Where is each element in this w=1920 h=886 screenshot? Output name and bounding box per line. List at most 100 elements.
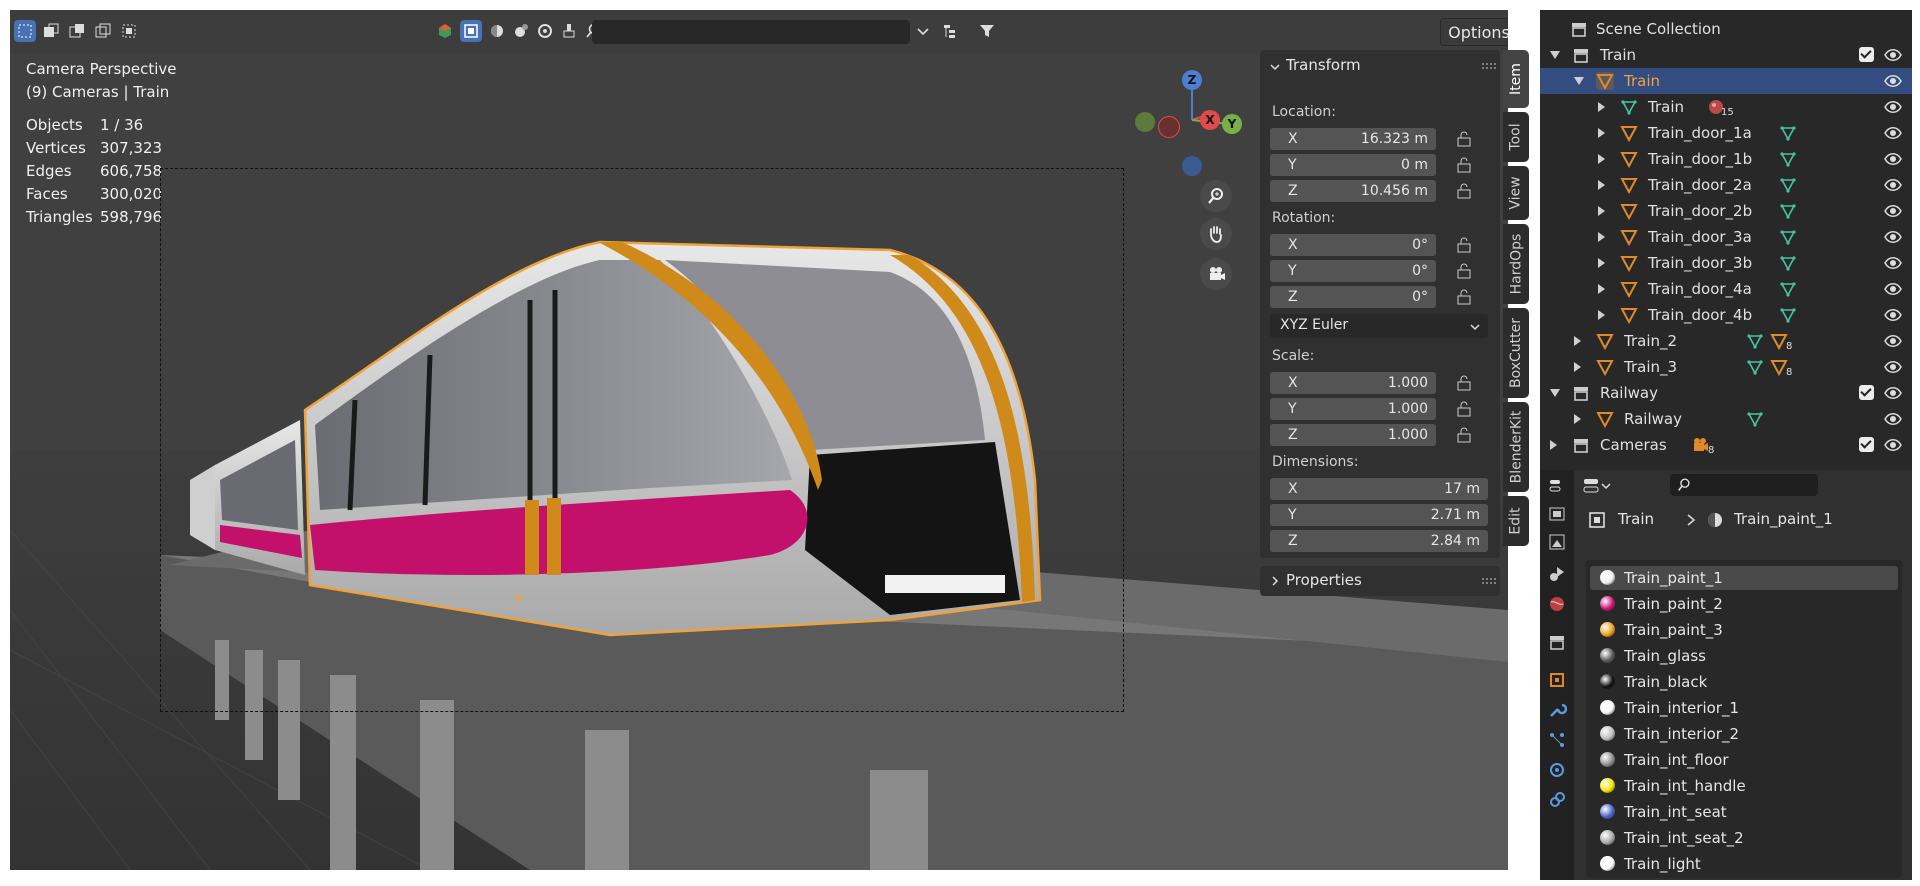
material-slot[interactable]: Train_paint_1 (1590, 566, 1898, 590)
tab-boxcutter[interactable]: BoxCutter (1503, 308, 1529, 398)
camera-view-button[interactable] (1200, 258, 1232, 290)
expand-right-icon[interactable] (1598, 284, 1605, 294)
constraints-icon[interactable] (1547, 790, 1567, 810)
lock-icon[interactable] (1456, 236, 1476, 254)
gizmo-y-axis[interactable]: Y (1222, 114, 1242, 134)
eye-icon[interactable] (1884, 73, 1902, 89)
expand-right-icon[interactable] (1598, 180, 1605, 190)
material-slot[interactable]: Train_light (1590, 852, 1898, 876)
wireframe-shading-icon[interactable] (460, 20, 482, 42)
expand-right-icon[interactable] (1598, 258, 1605, 268)
select-subtract-icon[interactable] (66, 20, 88, 42)
options-dropdown[interactable]: Options (1440, 18, 1508, 46)
chevron-down-icon[interactable] (912, 20, 934, 42)
eye-icon[interactable] (1884, 47, 1902, 63)
location-x-field[interactable]: X 16.323 m (1270, 128, 1436, 150)
select-extend-icon[interactable] (40, 20, 62, 42)
material-slot[interactable]: Train_paint_2 (1590, 592, 1898, 616)
collection-icon[interactable] (1547, 632, 1567, 652)
lock-icon[interactable] (1456, 130, 1476, 148)
outliner[interactable]: Scene Collection Train Train Train 15 Train_… (1540, 10, 1912, 470)
tab-view[interactable]: View (1503, 166, 1529, 220)
outliner-row[interactable]: Railway (1540, 380, 1912, 406)
wrench-icon[interactable] (1547, 700, 1567, 720)
tab-item[interactable]: Item (1503, 50, 1529, 108)
select-box-mode-icon[interactable] (14, 20, 36, 42)
properties-panel[interactable]: Properties (1260, 566, 1500, 596)
material-slot[interactable]: Train_glass (1590, 644, 1898, 668)
material-slot-list[interactable]: Train_paint_1 Train_paint_2 Train_paint_3 T… (1586, 560, 1902, 878)
outliner-row[interactable]: Railway (1540, 406, 1912, 432)
material-slot[interactable]: Train_int_floor (1590, 748, 1898, 772)
eye-icon[interactable] (1884, 177, 1902, 193)
gizmo-x-axis[interactable]: X (1200, 110, 1220, 130)
eye-icon[interactable] (1884, 229, 1902, 245)
world-icon[interactable] (1547, 594, 1567, 614)
drag-handle-icon[interactable] (1482, 63, 1496, 69)
exclude-checkbox[interactable] (1859, 385, 1874, 400)
object-icon[interactable] (1547, 670, 1567, 690)
output-icon[interactable] (1547, 532, 1567, 552)
expand-right-icon[interactable] (1598, 102, 1605, 112)
gizmo-z-axis[interactable]: Z (1182, 70, 1202, 90)
lock-icon[interactable] (1456, 288, 1476, 306)
eye-icon[interactable] (1884, 281, 1902, 297)
expand-right-icon[interactable] (1574, 414, 1581, 424)
outliner-row[interactable]: Train (1540, 68, 1912, 94)
lock-icon[interactable] (1456, 156, 1476, 174)
dimensions-z-field[interactable]: Z 2.84 m (1270, 530, 1488, 552)
eye-icon[interactable] (1884, 125, 1902, 141)
lock-icon[interactable] (1456, 182, 1476, 200)
expand-right-icon[interactable] (1598, 310, 1605, 320)
filter-funnel-icon[interactable] (976, 20, 998, 42)
dimensions-x-field[interactable]: X 17 m (1270, 478, 1488, 500)
lock-icon[interactable] (1456, 262, 1476, 280)
dimensions-y-field[interactable]: Y 2.71 m (1270, 504, 1488, 526)
outliner-row[interactable]: Train_door_4a (1540, 276, 1912, 302)
material-slot[interactable]: Train_int_seat (1590, 800, 1898, 824)
eye-icon[interactable] (1884, 255, 1902, 271)
location-y-field[interactable]: Y 0 m (1270, 154, 1436, 176)
expand-right-icon[interactable] (1550, 440, 1557, 450)
lock-icon[interactable] (1456, 374, 1476, 392)
eye-icon[interactable] (1884, 333, 1902, 349)
rotation-x-field[interactable]: X 0° (1270, 234, 1436, 256)
zoom-button[interactable] (1200, 180, 1232, 212)
material-slot[interactable]: Train_int_seat_2 (1590, 826, 1898, 850)
eye-icon[interactable] (1884, 359, 1902, 375)
render-icon[interactable] (1547, 504, 1567, 524)
filter-tree-icon[interactable] (940, 20, 962, 42)
tab-edit[interactable]: Edit (1503, 496, 1529, 546)
expand-down-icon[interactable] (1574, 77, 1584, 85)
outliner-row[interactable]: Train_door_1b (1540, 146, 1912, 172)
eye-icon[interactable] (1884, 203, 1902, 219)
paint-brush-icon[interactable] (558, 20, 580, 42)
scale-x-field[interactable]: X 1.000 (1270, 372, 1436, 394)
rotation-y-field[interactable]: Y 0° (1270, 260, 1436, 282)
select-invert-icon[interactable] (92, 20, 114, 42)
3d-viewport[interactable]: Options Camera Perspective (9) Cameras |… (10, 10, 1508, 870)
material-shading-icon[interactable] (510, 20, 532, 42)
expand-down-icon[interactable] (1550, 389, 1560, 397)
gizmo-neg-z-axis[interactable] (1182, 156, 1202, 176)
tab-tool[interactable]: Tool (1503, 112, 1529, 162)
material-slot[interactable]: Train_int_handle (1590, 774, 1898, 798)
material-slot[interactable]: Train_paint_3 (1590, 618, 1898, 642)
expand-right-icon[interactable] (1574, 362, 1581, 372)
gizmo-color-icon[interactable] (434, 20, 456, 42)
select-intersect-icon[interactable] (118, 20, 140, 42)
scene-icon[interactable] (1547, 564, 1567, 584)
scale-z-field[interactable]: Z 1.000 (1270, 424, 1436, 446)
outliner-row[interactable]: Train_door_1a (1540, 120, 1912, 146)
eye-icon[interactable] (1884, 411, 1902, 427)
chevron-down-icon[interactable] (1270, 62, 1280, 72)
outliner-row[interactable]: Train 15 (1540, 94, 1912, 120)
lock-icon[interactable] (1456, 400, 1476, 418)
outliner-scene-collection[interactable]: Scene Collection (1540, 16, 1912, 42)
eye-icon[interactable] (1884, 307, 1902, 323)
eye-icon[interactable] (1884, 99, 1902, 115)
editor-type-icon[interactable] (1547, 476, 1567, 496)
outliner-row[interactable]: Train_door_3a (1540, 224, 1912, 250)
lock-icon[interactable] (1456, 426, 1476, 444)
tab-blenderkit[interactable]: BlenderKit (1503, 402, 1529, 492)
